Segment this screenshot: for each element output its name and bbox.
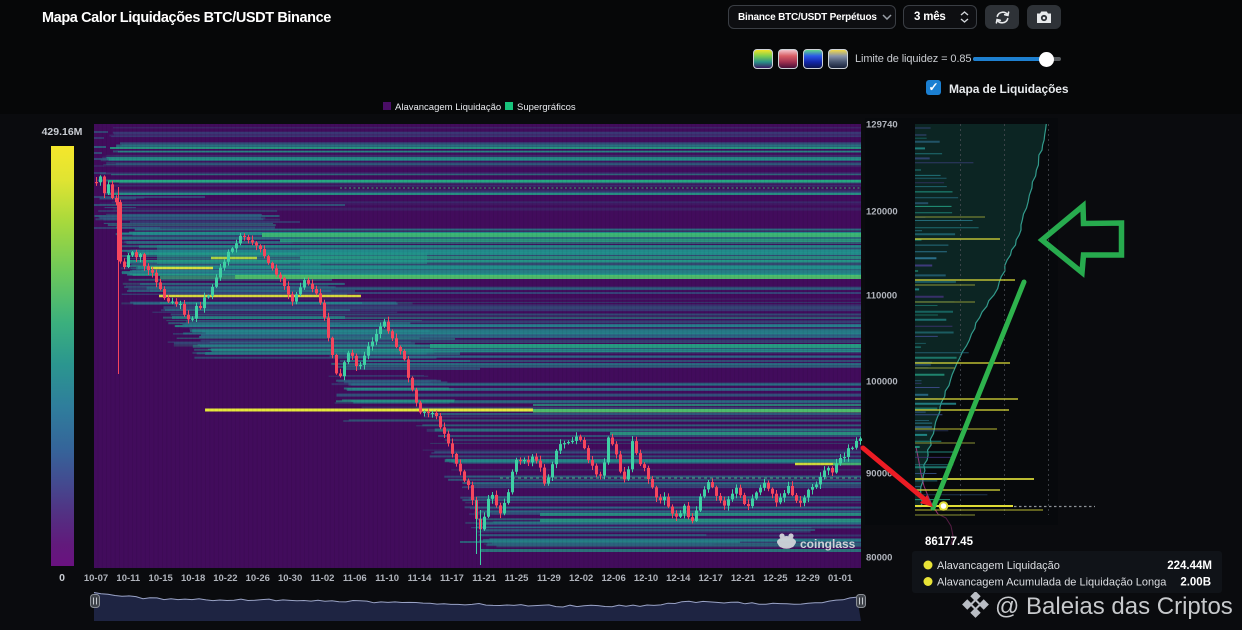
svg-text:Alavancagem Liquidação: Alavancagem Liquidação xyxy=(395,102,501,113)
svg-text:120000: 120000 xyxy=(866,207,898,218)
svg-text:12-29: 12-29 xyxy=(796,573,820,584)
svg-text:12-06: 12-06 xyxy=(601,573,625,584)
svg-text:10-15: 10-15 xyxy=(149,573,174,584)
svg-text:11-25: 11-25 xyxy=(505,573,529,584)
svg-text:224.44M: 224.44M xyxy=(1167,560,1212,572)
svg-text:86177.45: 86177.45 xyxy=(925,536,974,548)
svg-text:12-02: 12-02 xyxy=(569,573,593,584)
svg-text:Alavancagem Liquidação: Alavancagem Liquidação xyxy=(937,560,1060,572)
svg-text:Alavancagem Acumulada de Liqui: Alavancagem Acumulada de Liquidação Long… xyxy=(937,577,1167,589)
svg-text:11-02: 11-02 xyxy=(311,573,335,584)
svg-text:10-07: 10-07 xyxy=(84,573,108,584)
svg-text:10-22: 10-22 xyxy=(213,573,237,584)
svg-text:10-18: 10-18 xyxy=(181,573,205,584)
svg-text:10-26: 10-26 xyxy=(246,573,270,584)
svg-text:12-17: 12-17 xyxy=(698,573,722,584)
svg-text:0: 0 xyxy=(59,572,65,584)
svg-text:01-01: 01-01 xyxy=(828,573,853,584)
svg-text:2.00B: 2.00B xyxy=(1180,577,1211,589)
svg-text:@ Baleias das Criptos: @ Baleias das Criptos xyxy=(995,593,1233,620)
svg-text:12-21: 12-21 xyxy=(731,573,756,584)
svg-text:11-10: 11-10 xyxy=(375,573,399,584)
svg-text:429.16M: 429.16M xyxy=(42,126,83,138)
svg-text:12-25: 12-25 xyxy=(763,573,788,584)
svg-text:129740: 129740 xyxy=(866,120,898,131)
svg-text:12-14: 12-14 xyxy=(666,573,691,584)
svg-text:11-14: 11-14 xyxy=(408,573,432,584)
svg-text:80000: 80000 xyxy=(866,553,892,564)
svg-text:Supergráficos: Supergráficos xyxy=(517,102,576,113)
svg-text:100000: 100000 xyxy=(866,377,898,388)
svg-text:110000: 110000 xyxy=(866,291,897,302)
svg-text:10-11: 10-11 xyxy=(116,573,140,584)
svg-text:11-21: 11-21 xyxy=(472,573,496,584)
svg-text:11-06: 11-06 xyxy=(343,573,367,584)
svg-text:11-17: 11-17 xyxy=(440,573,464,584)
svg-text:11-29: 11-29 xyxy=(537,573,561,584)
svg-text:coinglass: coinglass xyxy=(800,537,856,551)
svg-text:12-10: 12-10 xyxy=(634,573,658,584)
svg-text:10-30: 10-30 xyxy=(278,573,302,584)
